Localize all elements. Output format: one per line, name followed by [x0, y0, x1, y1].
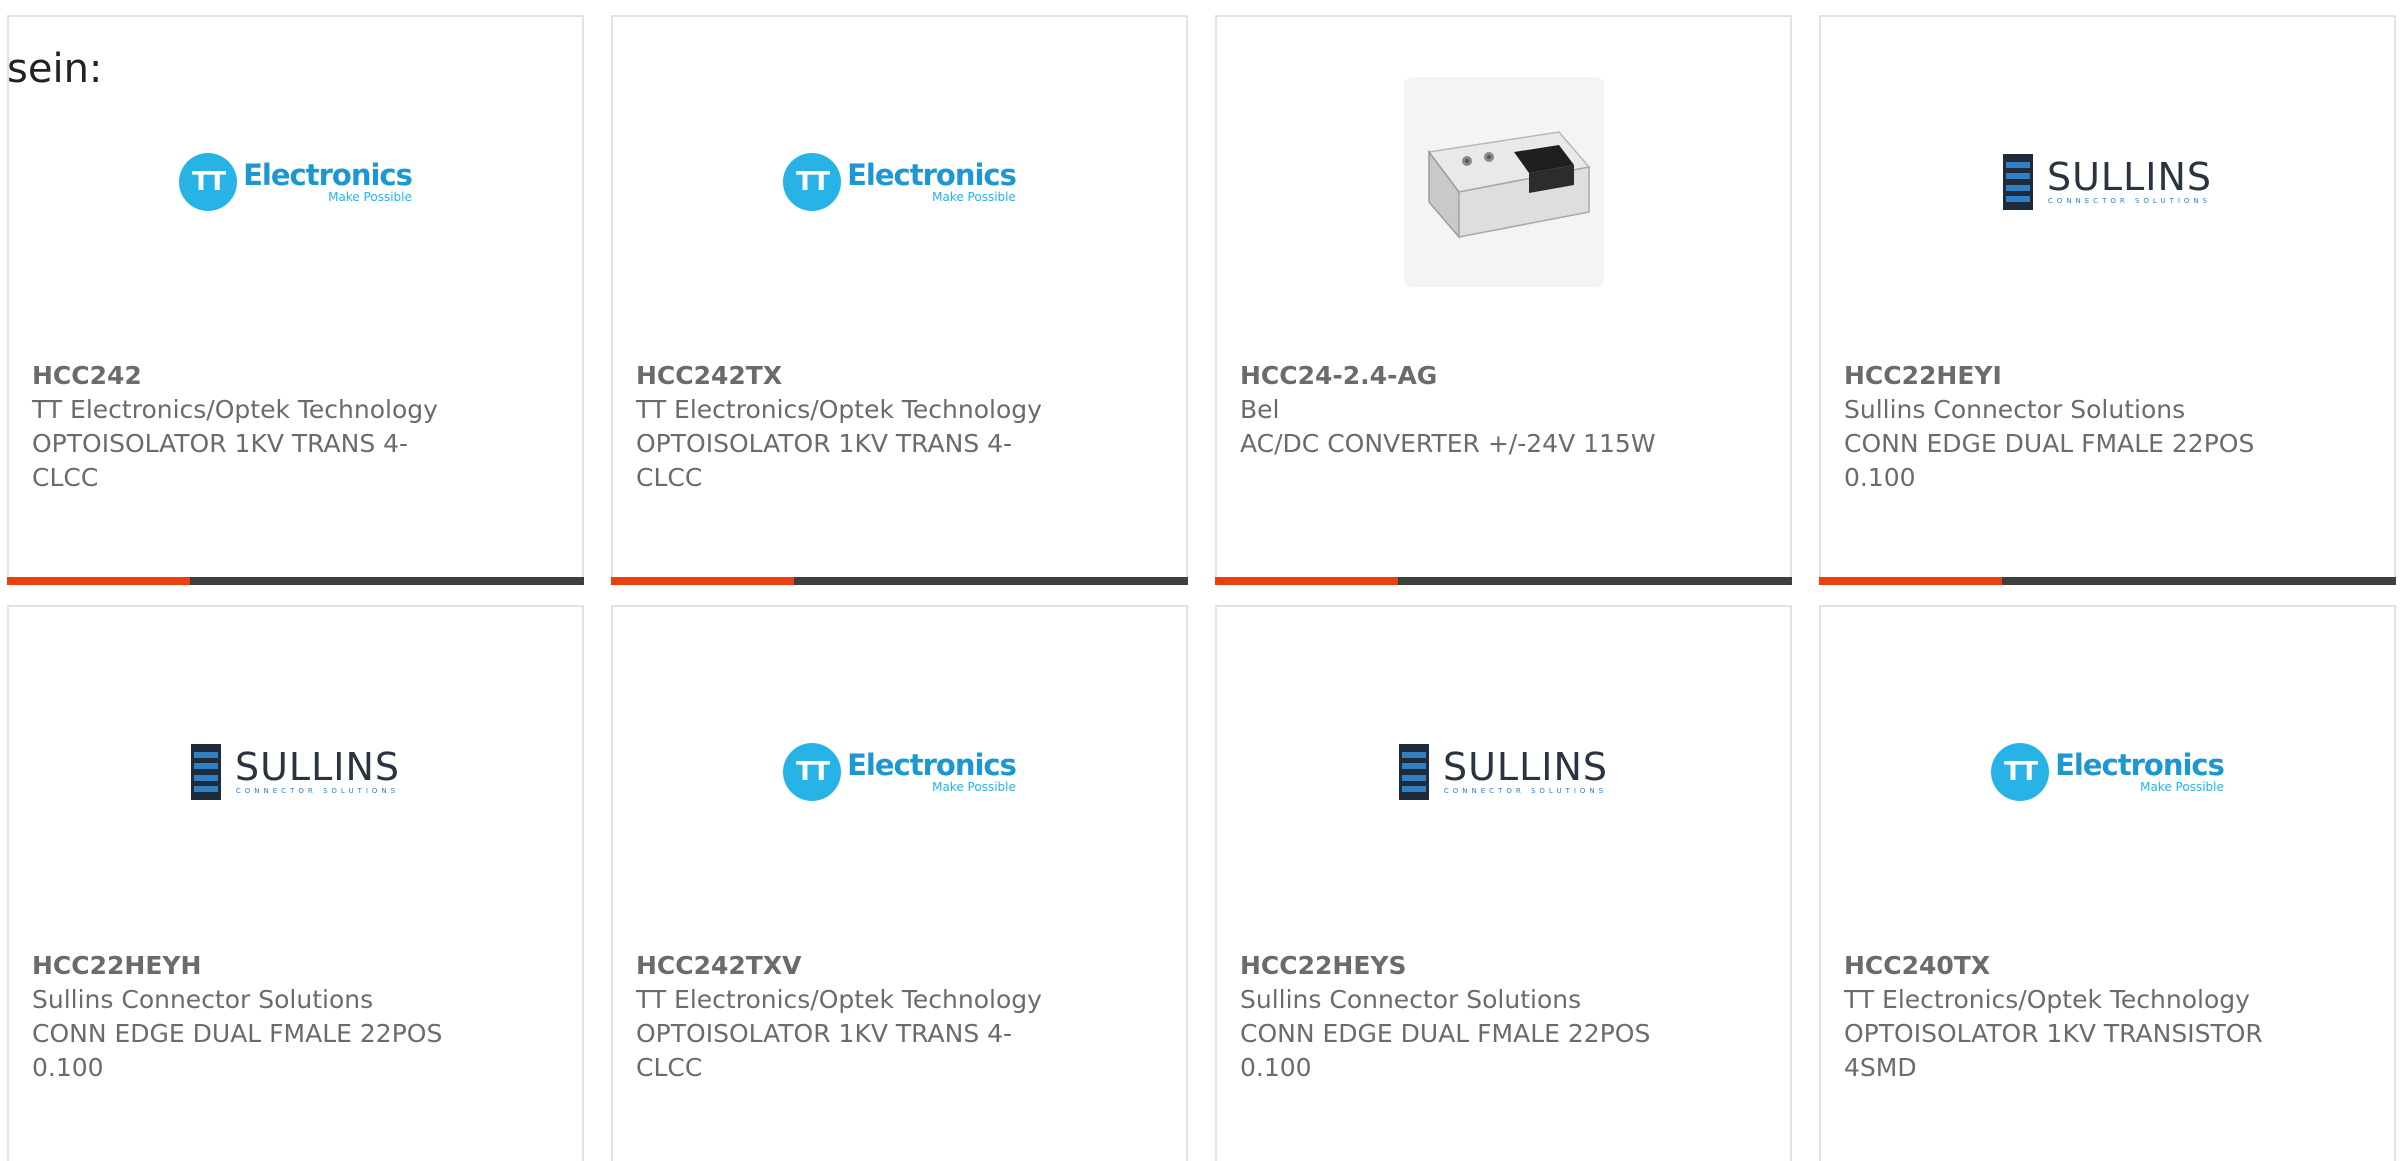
product-info: HCC242TX TT Electronics/Optek Technology… [636, 359, 1076, 495]
manufacturer-logo: SULLINS CONNECTOR SOLUTIONS [1217, 657, 1790, 887]
part-number[interactable]: HCC242 [32, 359, 472, 393]
product-card[interactable]: SULLINS CONNECTOR SOLUTIONS HCC22HEYS Su… [1215, 605, 1792, 1161]
sullins-logo-word: SULLINS [2046, 155, 2213, 199]
card-bottom-bar [1215, 577, 1792, 585]
tt-logo-tagline: Make Possible [328, 190, 412, 204]
tt-electronics-logo: TT Electronics Make Possible [179, 153, 413, 211]
sullins-logo-tagline: CONNECTOR SOLUTIONS [2047, 197, 2212, 205]
product-description: AC/DC CONVERTER +/-24V 115W [1240, 429, 1656, 458]
product-description: OPTOISOLATOR 1KV TRANS 4-CLCC [636, 429, 1013, 492]
manufacturer-logo: SULLINS CONNECTOR SOLUTIONS [1821, 67, 2394, 297]
ac-dc-converter-image [1427, 131, 1590, 240]
tt-logo-tagline: Make Possible [932, 780, 1016, 794]
product-card[interactable]: TT Electronics Make Possible HCC242 TT E… [7, 15, 584, 585]
product-info: HCC24-2.4-AG Bel AC/DC CONVERTER +/-24V … [1240, 359, 1680, 461]
tt-logo-word: Electronics [847, 158, 1017, 192]
tt-logo-word: Electronics [847, 748, 1017, 782]
manufacturer-logo: SULLINS CONNECTOR SOLUTIONS [9, 657, 582, 887]
card-bar-accent [7, 577, 190, 585]
product-card[interactable]: TT Electronics Make Possible HCC240TX TT… [1819, 605, 2396, 1161]
sullins-logo: SULLINS CONNECTOR SOLUTIONS [1398, 744, 1609, 800]
product-description: OPTOISOLATOR 1KV TRANSISTOR 4SMD [1844, 1019, 2263, 1082]
tt-logo-word: Electronics [2055, 748, 2225, 782]
product-info: HCC22HEYS Sullins Connector Solutions CO… [1240, 949, 1680, 1085]
product-card[interactable]: HCC24-2.4-AG Bel AC/DC CONVERTER +/-24V … [1215, 15, 1792, 585]
manufacturer-name: TT Electronics/Optek Technology [32, 395, 438, 424]
product-description: OPTOISOLATOR 1KV TRANS 4-CLCC [636, 1019, 1013, 1082]
tt-logo-icon: TT [783, 153, 842, 211]
card-bar-accent [1215, 577, 1398, 585]
product-card[interactable]: SULLINS CONNECTOR SOLUTIONS HCC22HEYH Su… [7, 605, 584, 1161]
tt-logo-word: Electronics [243, 158, 413, 192]
card-bar-accent [611, 577, 794, 585]
product-card[interactable]: TT Electronics Make Possible HCC242TXV T… [611, 605, 1188, 1161]
product-card[interactable]: SULLINS CONNECTOR SOLUTIONS HCC22HEYI Su… [1819, 15, 2396, 585]
tt-logo-icon: TT [1991, 743, 2050, 801]
part-number[interactable]: HCC24-2.4-AG [1240, 359, 1680, 393]
product-info: HCC242TXV TT Electronics/Optek Technolog… [636, 949, 1076, 1085]
tt-electronics-logo: TT Electronics Make Possible [783, 743, 1017, 801]
product-card[interactable]: TT Electronics Make Possible HCC242TX TT… [611, 15, 1188, 585]
manufacturer-name: TT Electronics/Optek Technology [636, 985, 1042, 1014]
product-description: CONN EDGE DUAL FMALE 22POS 0.100 [32, 1019, 443, 1082]
card-bottom-bar [1819, 577, 2396, 585]
manufacturer-name: TT Electronics/Optek Technology [636, 395, 1042, 424]
product-image [1217, 67, 1790, 297]
product-info: HCC240TX TT Electronics/Optek Technology… [1844, 949, 2284, 1085]
manufacturer-name: Sullins Connector Solutions [1844, 395, 2186, 424]
manufacturer-logo: TT Electronics Make Possible [9, 67, 582, 297]
sullins-logo-word: SULLINS [1442, 745, 1609, 789]
sullins-mark-icon [2002, 154, 2033, 210]
part-number[interactable]: HCC240TX [1844, 949, 2284, 983]
manufacturer-name: Sullins Connector Solutions [32, 985, 374, 1014]
product-description: CONN EDGE DUAL FMALE 22POS 0.100 [1240, 1019, 1651, 1082]
manufacturer-name: TT Electronics/Optek Technology [1844, 985, 2250, 1014]
tt-logo-icon: TT [783, 743, 842, 801]
card-bottom-bar [7, 577, 584, 585]
product-description: OPTOISOLATOR 1KV TRANS 4-CLCC [32, 429, 409, 492]
sullins-logo: SULLINS CONNECTOR SOLUTIONS [2002, 154, 2213, 210]
manufacturer-logo: TT Electronics Make Possible [613, 67, 1186, 297]
sullins-mark-icon [1398, 744, 1429, 800]
part-number[interactable]: HCC22HEYH [32, 949, 472, 983]
card-bottom-bar [611, 577, 1188, 585]
tt-electronics-logo: TT Electronics Make Possible [1991, 743, 2225, 801]
sullins-mark-icon [190, 744, 221, 800]
manufacturer-name: Bel [1240, 395, 1280, 424]
part-number[interactable]: HCC22HEYI [1844, 359, 2284, 393]
product-description: CONN EDGE DUAL FMALE 22POS 0.100 [1844, 429, 2255, 492]
card-bar-accent [1819, 577, 2002, 585]
manufacturer-name: Sullins Connector Solutions [1240, 985, 1582, 1014]
sullins-logo-tagline: CONNECTOR SOLUTIONS [1443, 787, 1608, 795]
tt-logo-tagline: Make Possible [932, 190, 1016, 204]
part-number[interactable]: HCC242TX [636, 359, 1076, 393]
part-number[interactable]: HCC22HEYS [1240, 949, 1680, 983]
prefix-text: sein: [7, 46, 103, 92]
tt-logo-icon: TT [179, 153, 238, 211]
sullins-logo-tagline: CONNECTOR SOLUTIONS [235, 787, 400, 795]
product-info: HCC22HEYH Sullins Connector Solutions CO… [32, 949, 472, 1085]
power-supply-photo [1403, 77, 1604, 287]
tt-electronics-logo: TT Electronics Make Possible [783, 153, 1017, 211]
product-info: HCC22HEYI Sullins Connector Solutions CO… [1844, 359, 2284, 495]
sullins-logo-word: SULLINS [234, 745, 401, 789]
product-grid-page: sein: TT Electronics Make Possible HCC24… [0, 0, 2400, 1161]
part-number[interactable]: HCC242TXV [636, 949, 1076, 983]
manufacturer-logo: TT Electronics Make Possible [1821, 657, 2394, 887]
manufacturer-logo: TT Electronics Make Possible [613, 657, 1186, 887]
sullins-logo: SULLINS CONNECTOR SOLUTIONS [190, 744, 401, 800]
tt-logo-tagline: Make Possible [2140, 780, 2224, 794]
product-info: HCC242 TT Electronics/Optek Technology O… [32, 359, 472, 495]
